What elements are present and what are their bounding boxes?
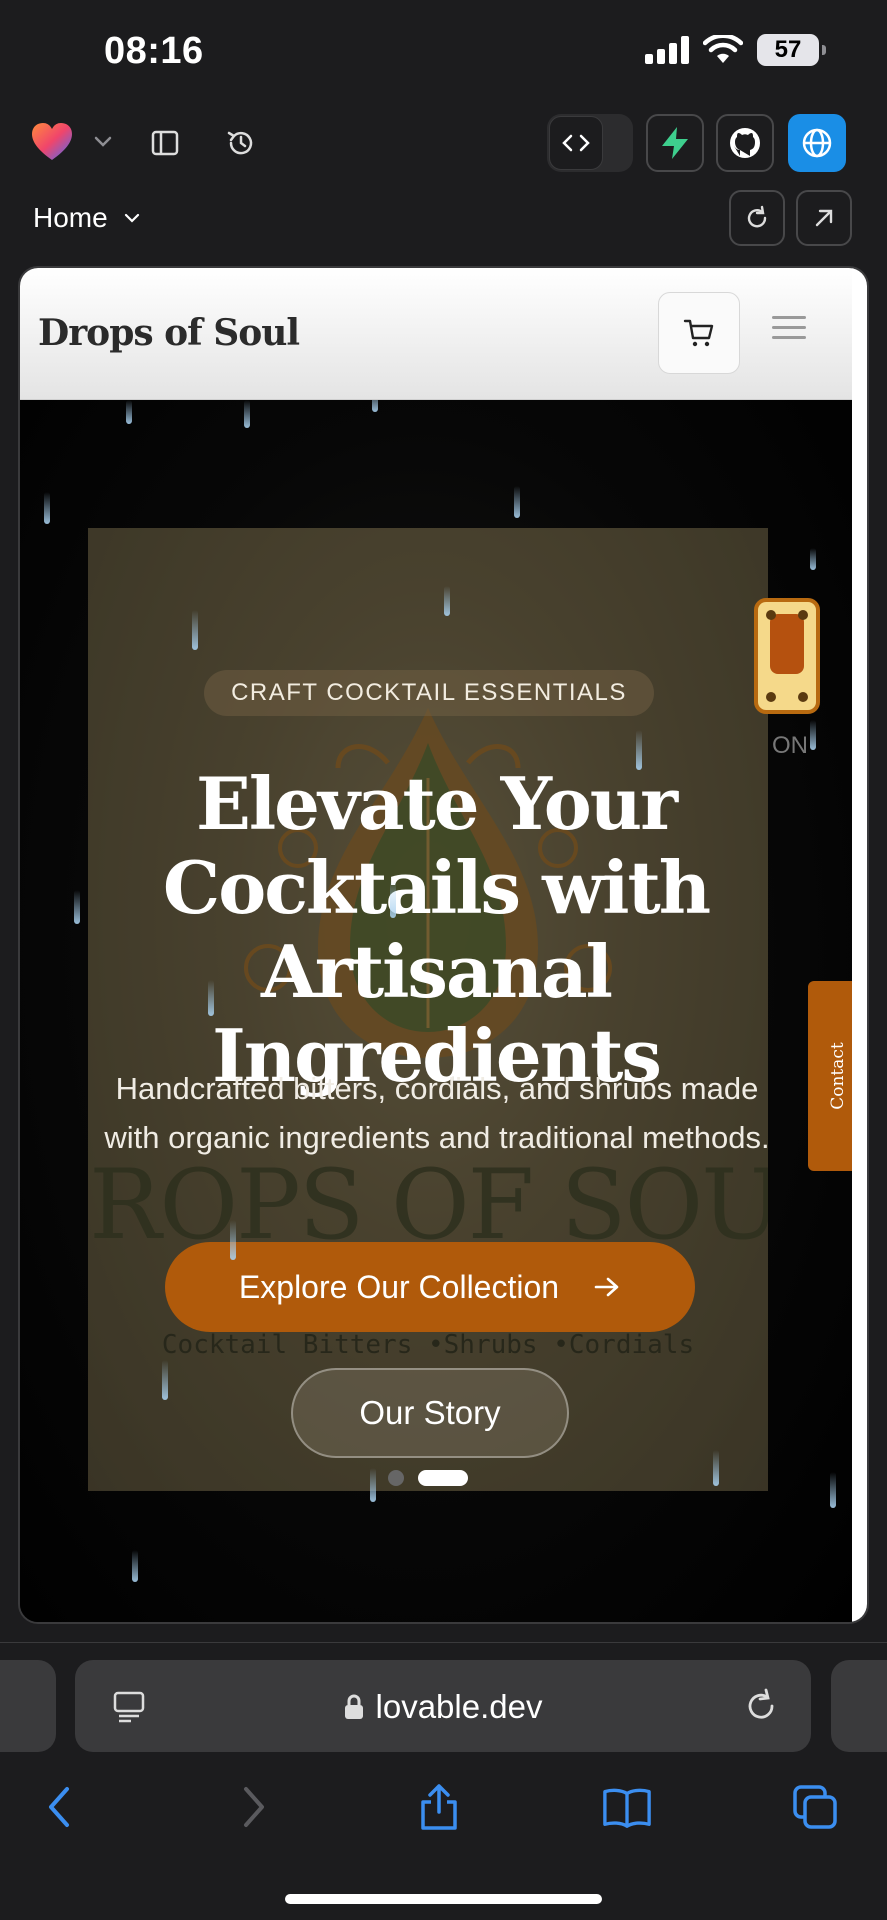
rain-drop [830, 1472, 836, 1508]
github-icon [730, 128, 760, 158]
rain-drop [810, 548, 816, 570]
rain-drop [126, 400, 132, 424]
address-bar[interactable]: lovable.dev [75, 1660, 811, 1752]
carousel-dot-2-active[interactable] [418, 1470, 468, 1486]
rain-drop [132, 1550, 138, 1582]
refresh-button[interactable] [729, 190, 785, 246]
url-display: lovable.dev [75, 1688, 811, 1726]
supabase-button[interactable] [646, 114, 704, 172]
site-preview: Drops of Soul DROPS OF SOUL Cocktail Bit… [18, 266, 869, 1624]
tabs-icon [793, 1785, 837, 1829]
hero-headline: Elevate Your Cocktails with Artisanal In… [56, 762, 816, 1098]
preview-scrollbar[interactable] [852, 268, 867, 1622]
explore-collection-label: Explore Our Collection [238, 1268, 560, 1305]
page-selector-label: Home [33, 202, 108, 233]
open-external-button[interactable] [796, 190, 852, 246]
browser-navbar [0, 1770, 887, 1840]
contact-tab[interactable]: Contact [808, 981, 854, 1171]
next-tab-peek[interactable] [831, 1660, 887, 1752]
status-bar: 08:16 57 [0, 0, 887, 105]
rain-drop [444, 586, 450, 616]
hero-section: DROPS OF SOUL Cocktail Bitters •Shrubs •… [20, 400, 854, 1622]
contact-tab-label: Contact [828, 1042, 849, 1110]
carousel-dots [388, 1470, 468, 1486]
bookmarks-icon [603, 1788, 651, 1828]
site-brand[interactable]: Drops of Soul [38, 312, 300, 354]
share-icon [421, 1784, 457, 1830]
rain-drop [208, 980, 214, 1016]
site-header: Drops of Soul [20, 268, 854, 400]
history-icon[interactable] [222, 124, 260, 162]
share-button[interactable] [414, 1782, 464, 1832]
supabase-icon [662, 127, 688, 159]
rain-drop [74, 890, 80, 924]
hero-subtext: Handcrafted bitters, cordials, and shrub… [60, 1064, 814, 1162]
cart-icon [683, 319, 714, 347]
rain-drop [810, 720, 816, 750]
rain-drop [370, 1468, 376, 1502]
rain-drop [636, 730, 642, 770]
partial-hidden-text: ON [772, 732, 808, 759]
signal-icon [645, 36, 689, 64]
chevron-down-icon[interactable] [92, 130, 114, 152]
menu-icon[interactable] [772, 316, 806, 350]
divider [0, 1642, 887, 1643]
github-button[interactable] [716, 114, 774, 172]
rain-drop [230, 1220, 236, 1260]
rain-drop [192, 610, 198, 650]
rain-drop [390, 880, 396, 918]
chevron-down-icon [124, 213, 139, 223]
status-time: 08:16 [104, 30, 204, 72]
floating-widget[interactable] [754, 598, 820, 714]
rain-drop [372, 400, 378, 412]
hero-badge: CRAFT COCKTAIL ESSENTIALS [204, 670, 654, 716]
rain-drop [44, 492, 50, 524]
headline-line-2: Cocktails with [162, 845, 711, 930]
preview-subbar: Home [0, 188, 887, 250]
rain-drop [244, 400, 250, 428]
rain-drop [162, 1360, 168, 1400]
tabs-button[interactable] [790, 1782, 840, 1832]
back-icon [49, 1787, 69, 1827]
publish-button[interactable] [788, 114, 846, 172]
code-toggle[interactable] [547, 114, 633, 172]
reload-icon[interactable] [741, 1686, 781, 1726]
heart-logo-icon[interactable] [30, 120, 74, 164]
carousel-dot-1[interactable] [388, 1470, 404, 1486]
bookmarks-button[interactable] [602, 1782, 652, 1832]
cart-button[interactable] [658, 292, 740, 374]
url-text: lovable.dev [375, 1688, 543, 1725]
forward-icon [244, 1787, 264, 1827]
headline-line-1: Elevate Your [195, 761, 678, 846]
globe-icon [802, 128, 832, 158]
subtext-line-1: Handcrafted bitters, cordials, and shrub… [115, 1071, 759, 1106]
home-indicator[interactable] [285, 1894, 602, 1904]
rain-drop [514, 486, 520, 518]
previous-tab-peek[interactable] [0, 1660, 56, 1752]
sidebar-icon[interactable] [146, 124, 184, 162]
battery-indicator: 57 [757, 34, 826, 66]
our-story-button[interactable]: Our Story [291, 1368, 569, 1458]
subtext-line-2: with organic ingredients and traditional… [104, 1120, 770, 1155]
status-icons: 57 [645, 34, 826, 66]
page-selector[interactable]: Home [33, 202, 142, 234]
explore-collection-button[interactable]: Explore Our Collection [165, 1242, 695, 1332]
forward-button[interactable] [228, 1782, 278, 1832]
code-icon [549, 116, 603, 170]
external-link-icon [815, 209, 833, 227]
back-button[interactable] [35, 1782, 85, 1832]
rain-drop [713, 1450, 719, 1486]
editor-toolbar [0, 110, 887, 176]
wifi-icon [703, 35, 743, 63]
refresh-icon [747, 205, 767, 228]
arrow-right-icon [594, 1277, 619, 1297]
lock-icon [344, 1694, 363, 1719]
